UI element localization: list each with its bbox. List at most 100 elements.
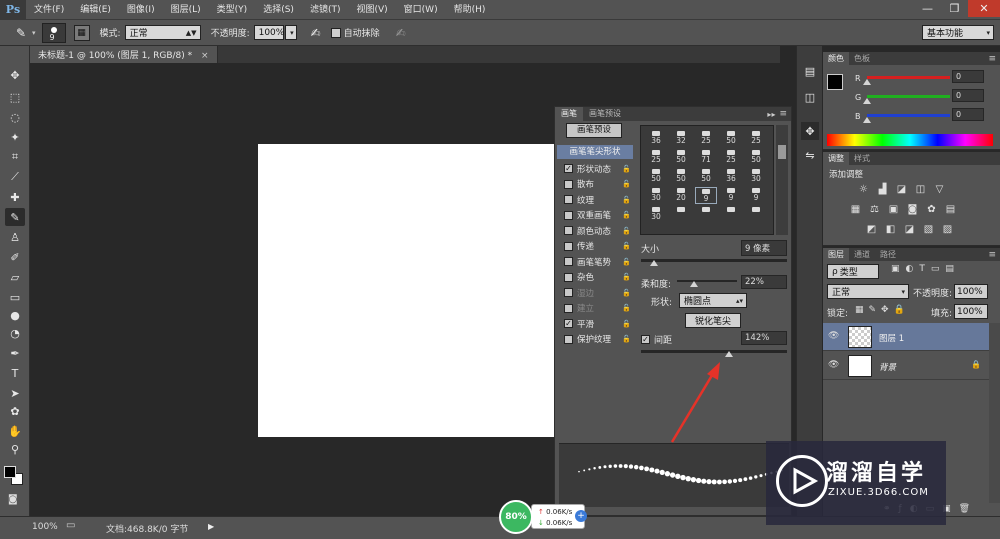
brush-option-item[interactable]: 双重画笔 🔓 <box>559 208 633 224</box>
brush-option-item[interactable]: 湿边 🔓 <box>559 285 633 301</box>
workspace-select[interactable]: 基本功能 ▾ <box>922 25 994 40</box>
brush-tip-cell[interactable]: 9 <box>720 187 742 204</box>
menu-item[interactable]: 窗口(W) <box>396 0 446 20</box>
brush-option-checkbox[interactable] <box>564 303 573 313</box>
visibility-eye-icon[interactable]: 👁 <box>828 331 839 341</box>
brush-option-checkbox[interactable] <box>564 288 573 298</box>
hardness-slider-track[interactable] <box>677 280 737 282</box>
chevron-down-icon[interactable]: ▾ <box>32 29 36 37</box>
spacing-slider-track[interactable] <box>641 350 787 353</box>
brush-tip-cell[interactable] <box>720 206 742 223</box>
brush-tip-shape-item[interactable]: 画笔笔尖形状 <box>557 145 633 159</box>
brush-size-picker[interactable]: 9 <box>41 22 66 43</box>
brush-tip-cell[interactable] <box>670 206 692 223</box>
brush-option-checkbox[interactable]: ✓ <box>564 319 573 329</box>
opacity-input[interactable]: 100% <box>253 25 284 40</box>
sharpen-tip-button[interactable]: 锐化笔尖 <box>685 313 741 328</box>
hand-tool-icon[interactable]: ✋ <box>5 422 25 440</box>
channel-value[interactable]: 0 <box>952 108 984 121</box>
tab-swatches[interactable]: 色板 <box>849 52 875 65</box>
brush-option-checkbox[interactable] <box>564 195 573 205</box>
pressure-opacity-icon[interactable]: ✍ <box>311 26 321 40</box>
brush-presets-icon[interactable]: ⇋ <box>801 146 819 164</box>
zoom-tool-icon[interactable]: ⚲ <box>5 440 25 458</box>
brush-option-item[interactable]: 杂色 🔓 <box>559 270 633 286</box>
brush-option-item[interactable]: ✓ 平滑 🔓 <box>559 316 633 332</box>
brush-presets-button[interactable]: 画笔预设 <box>566 123 622 138</box>
brush-option-item[interactable]: 保护纹理 🔓 <box>559 332 633 348</box>
crop-tool-icon[interactable]: ⌗ <box>5 148 25 166</box>
lock-icon[interactable]: 🔓 <box>622 227 631 235</box>
tab-styles[interactable]: 样式 <box>849 152 875 165</box>
brush-option-checkbox[interactable] <box>564 334 573 344</box>
brush-option-item[interactable]: 颜色动态 🔓 <box>559 223 633 239</box>
menu-item[interactable]: 文件(F) <box>26 0 72 20</box>
document-canvas[interactable] <box>258 144 554 437</box>
menu-item[interactable]: 帮助(H) <box>446 0 494 20</box>
brush-option-checkbox[interactable] <box>564 210 573 220</box>
properties-icon[interactable]: ◫ <box>801 88 819 106</box>
size-slider-track[interactable] <box>641 259 787 262</box>
menu-item[interactable]: 图层(L) <box>163 0 209 20</box>
bw-icon[interactable]: ▣ <box>887 204 900 216</box>
type-tool-icon[interactable]: T <box>5 364 25 382</box>
channel-slider-thumb[interactable] <box>863 117 871 123</box>
color-balance-icon[interactable]: ⚖ <box>868 204 881 216</box>
gradient-tool-icon[interactable]: ▭ <box>5 288 25 306</box>
brush-tip-cell[interactable]: 25 <box>695 130 717 147</box>
brush-option-item[interactable]: 散布 🔓 <box>559 177 633 193</box>
lock-icon[interactable]: 🔓 <box>622 165 631 173</box>
brush-tool-icon[interactable]: ✎ <box>5 208 25 226</box>
quick-mask-icon[interactable]: ◙ <box>8 494 18 505</box>
quick-select-icon[interactable]: ✦ <box>5 128 25 146</box>
lock-icon[interactable]: 🔓 <box>622 304 631 312</box>
brush-option-checkbox[interactable] <box>564 257 573 267</box>
blend-mode-select[interactable]: 正常 ▾ <box>827 284 909 299</box>
brush-option-item[interactable]: 传递 🔓 <box>559 239 633 255</box>
photo-filter-icon[interactable]: ◙ <box>906 204 919 216</box>
size-slider-thumb[interactable] <box>650 260 658 266</box>
layer-name[interactable]: 背景 <box>879 361 896 373</box>
brush-tip-cell[interactable]: 25 <box>645 149 667 166</box>
eyedropper-icon[interactable]: ⟋ <box>5 168 25 186</box>
brush-tip-cell[interactable]: 50 <box>670 149 692 166</box>
spacing-checkbox[interactable]: ✓ <box>641 335 650 344</box>
threshold-icon[interactable]: ◪ <box>903 224 916 236</box>
brush-tip-cell[interactable]: 50 <box>720 130 742 147</box>
menu-item[interactable]: 类型(Y) <box>209 0 256 20</box>
channel-slider[interactable] <box>867 95 950 98</box>
brush-tip-cell[interactable]: 50 <box>695 168 717 185</box>
lock-icon[interactable]: 🔓 <box>622 180 631 188</box>
brush-tip-cell[interactable]: 50 <box>745 149 767 166</box>
brush-option-checkbox[interactable] <box>564 226 573 236</box>
brush-tip-grid[interactable]: 36 32 25 50 25 25 50 71 25 50 50 50 50 36 30 30 20 9 9 9 30 <box>640 125 774 235</box>
brush-tip-cell[interactable]: 71 <box>695 149 717 166</box>
levels-icon[interactable]: ▟ <box>876 184 889 196</box>
spacing-input[interactable]: 142% <box>741 331 787 345</box>
channel-value[interactable]: 0 <box>952 89 984 102</box>
foreground-color-swatch[interactable] <box>827 74 843 90</box>
brush-tip-cell[interactable]: 50 <box>645 168 667 185</box>
tab-color[interactable]: 颜色 <box>823 52 849 65</box>
invert-icon[interactable]: ◩ <box>865 224 878 236</box>
brush-tool-icon[interactable]: ✎ <box>10 26 32 40</box>
layer-filter-select[interactable]: ρ 类型 <box>827 264 879 279</box>
layer-row[interactable]: 👁 背景 🔒 <box>823 352 989 380</box>
hue-icon[interactable]: ▦ <box>849 204 862 216</box>
hardness-input[interactable]: 22% <box>741 275 787 289</box>
minimize-button[interactable]: — <box>914 0 941 17</box>
close-button[interactable]: ✕ <box>968 0 1000 17</box>
brush-option-checkbox[interactable] <box>564 179 573 189</box>
lock-icon[interactable]: 🔓 <box>622 335 631 343</box>
brush-tip-cell[interactable]: 9 <box>695 187 717 204</box>
healing-brush-icon[interactable]: ✚ <box>5 188 25 206</box>
brush-tip-cell[interactable]: 30 <box>745 168 767 185</box>
scroll-thumb[interactable] <box>778 145 786 159</box>
layer-opacity-input[interactable]: 100% <box>954 284 988 299</box>
channel-value[interactable]: 0 <box>952 70 984 83</box>
foreground-swatch[interactable] <box>4 466 16 478</box>
path-select-icon[interactable]: ➤ <box>5 384 25 402</box>
brush-tip-cell[interactable]: 32 <box>670 130 692 147</box>
mode-select[interactable]: 正常 ▲▼ <box>124 25 201 40</box>
menu-item[interactable]: 滤镜(T) <box>302 0 349 20</box>
